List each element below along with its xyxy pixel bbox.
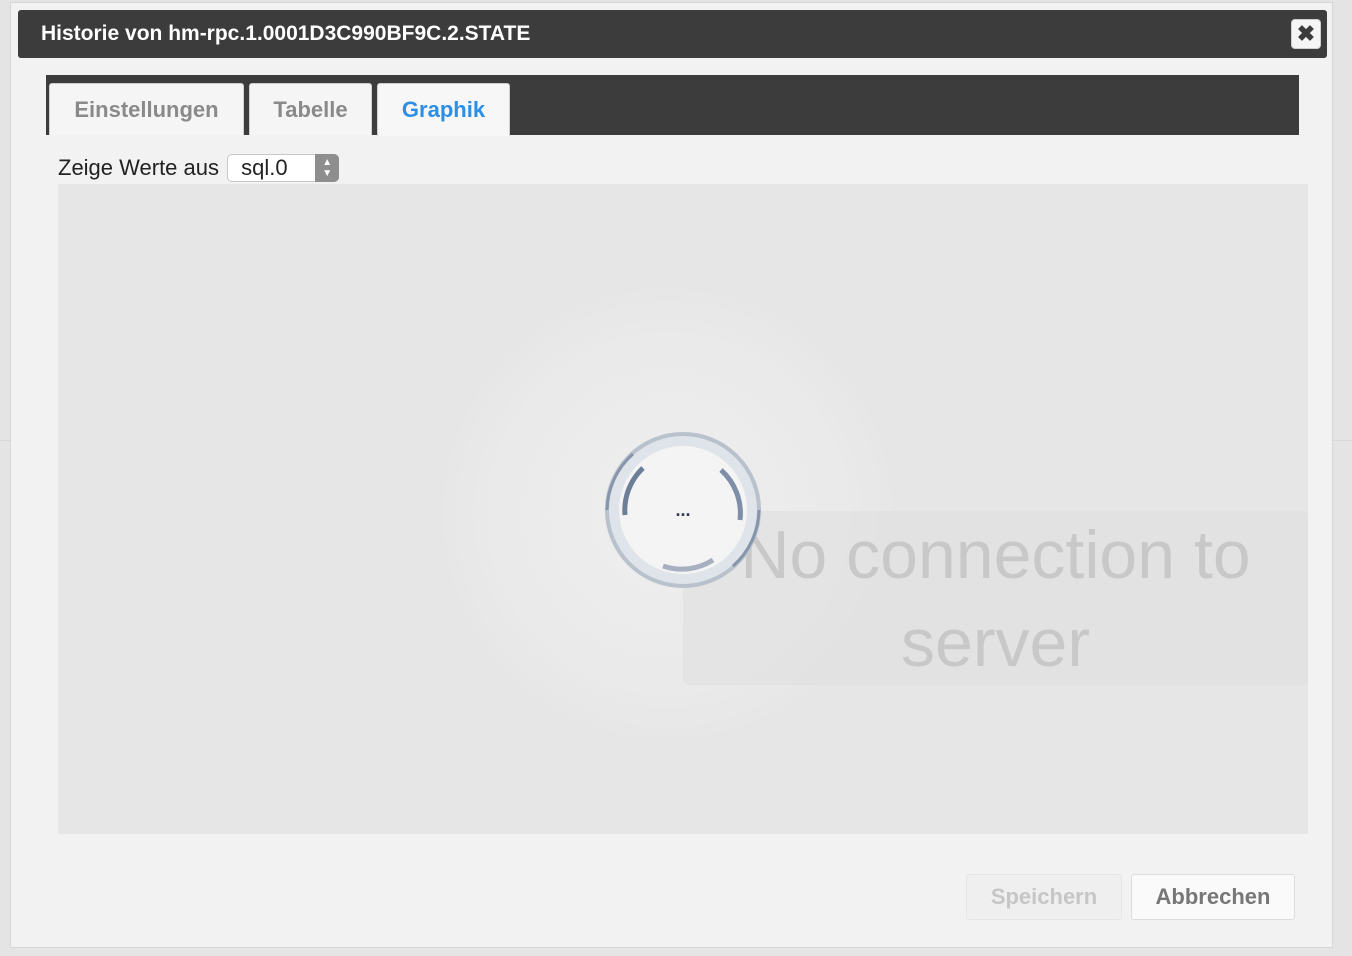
cancel-button[interactable]: Abbrechen <box>1131 874 1295 920</box>
graph-area: No connection to server ... <box>58 184 1308 834</box>
tab-einstellungen[interactable]: Einstellungen <box>49 83 244 135</box>
tab-tabelle[interactable]: Tabelle <box>249 83 372 135</box>
show-values-row: Zeige Werte aus sql.0 ▲ ▼ <box>58 151 340 183</box>
close-icon: ✖ <box>1296 21 1316 46</box>
show-values-label: Zeige Werte aus <box>58 155 220 181</box>
dialog-title: Historie von hm-rpc.1.0001D3C990BF9C.2.S… <box>41 22 531 45</box>
tab-bar: Einstellungen Tabelle Graphik <box>46 75 1299 136</box>
connection-message: No connection to server <box>740 517 1251 681</box>
save-button[interactable]: Speichern <box>966 874 1122 920</box>
dialog-titlebar[interactable]: Historie von hm-rpc.1.0001D3C990BF9C.2.S… <box>18 10 1327 58</box>
instance-select-value: sql.0 <box>241 155 288 181</box>
select-arrows-icon: ▲ ▼ <box>315 154 340 183</box>
history-dialog: Historie von hm-rpc.1.0001D3C990BF9C.2.S… <box>10 2 1333 948</box>
instance-select[interactable]: sql.0 ▲ ▼ <box>227 154 340 183</box>
tab-graphik[interactable]: Graphik <box>377 83 510 136</box>
loading-text: ... <box>675 500 691 520</box>
close-button[interactable]: ✖ <box>1291 19 1321 49</box>
